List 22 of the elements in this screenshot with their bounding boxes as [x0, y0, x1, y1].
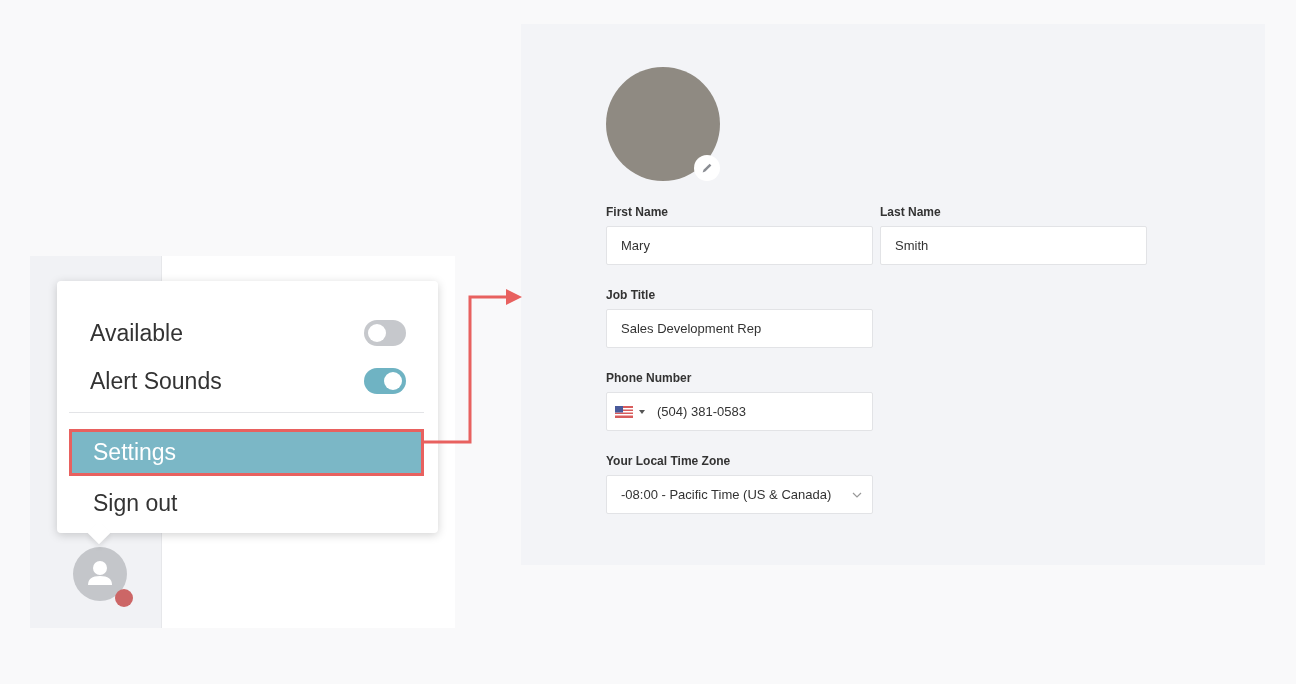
field-label: Your Local Time Zone: [606, 454, 731, 468]
phone-field[interactable]: (504) 381-0583: [606, 392, 873, 431]
status-dot-icon: [115, 589, 133, 607]
toggle-switch[interactable]: [364, 368, 406, 394]
menu-item[interactable]: Sign out: [69, 477, 424, 524]
text-field[interactable]: Mary: [606, 226, 873, 265]
text-field[interactable]: Smith: [880, 226, 1147, 265]
timezone-dropdown[interactable]: -08:00 - Pacific Time (US & Canada): [606, 475, 873, 514]
menu-label: Alert Sounds: [90, 367, 222, 395]
phone-value: (504) 381-0583: [657, 404, 746, 419]
user-avatar-icon[interactable]: [73, 547, 127, 601]
flag-icon[interactable]: [615, 405, 633, 418]
pencil-icon[interactable]: [694, 155, 720, 181]
field-label: Job Title: [606, 288, 656, 302]
menu-label: Available: [90, 319, 183, 347]
text-field[interactable]: Sales Development Rep: [606, 309, 873, 348]
toggle-switch[interactable]: [364, 320, 406, 346]
caret-icon[interactable]: [639, 409, 645, 414]
field-label: Phone Number: [606, 371, 692, 385]
field-label: First Name: [606, 205, 669, 219]
field-label: Last Name: [880, 205, 941, 219]
chevron-down-icon: [852, 491, 862, 498]
